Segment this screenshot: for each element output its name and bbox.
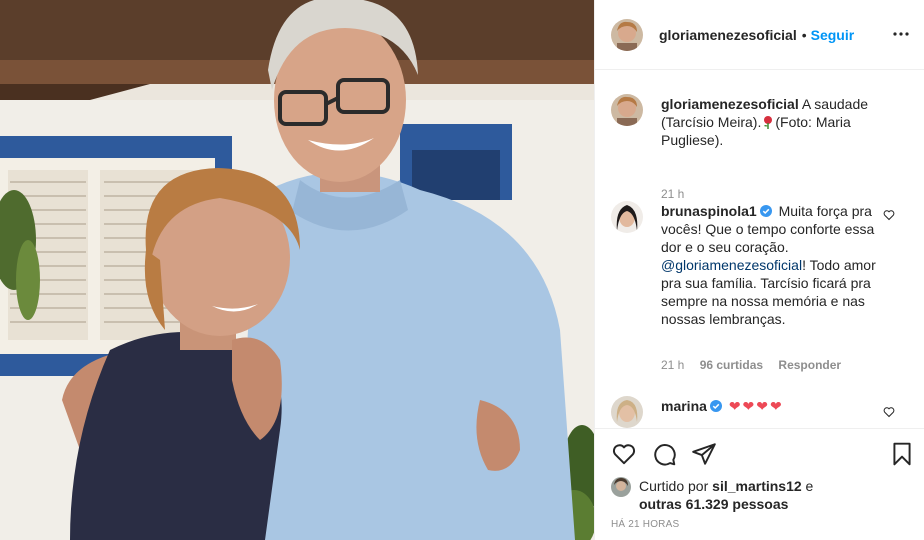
author-username[interactable]: gloriamenezesoficial	[659, 27, 797, 43]
liked-connector: e	[805, 478, 814, 494]
post-header: gloriamenezesoficial • Seguir	[595, 0, 924, 70]
mention-link[interactable]: @gloriamenezesoficial	[661, 257, 802, 273]
reply-button[interactable]: Responder	[778, 358, 841, 372]
comment-likes[interactable]: 96 curtidas	[700, 358, 763, 372]
author-avatar[interactable]	[611, 18, 643, 51]
liked-by-text: Curtido por sil_martins12 e outras 61.32…	[639, 477, 829, 513]
post-photo[interactable]	[0, 0, 594, 540]
comment-text: ! Todo	[802, 257, 840, 273]
commenter-avatar[interactable]	[611, 396, 643, 428]
caption-time[interactable]: 21 h	[661, 187, 684, 201]
header-separator: •	[801, 26, 807, 43]
rose-emoji-icon	[761, 114, 775, 130]
verified-badge-icon	[709, 398, 722, 412]
caption-text: (Foto: Maria	[775, 114, 851, 130]
comment-text: Muita força pra	[778, 203, 872, 219]
caption-text: A saudade	[801, 96, 869, 112]
caption-username[interactable]: gloriamenezesoficial	[661, 96, 799, 112]
comment-text: vocês! Que o tempo conforte essa	[661, 221, 875, 237]
post-timestamp[interactable]: HÁ 21 HORAS	[611, 519, 679, 530]
comments-list[interactable]: gloriamenezesoficial A saudade (Tarcísio…	[595, 70, 924, 428]
liker-avatar[interactable]	[611, 477, 631, 497]
verified-badge-icon	[759, 203, 772, 217]
caption-body: gloriamenezesoficial A saudade (Tarcísio…	[661, 95, 885, 149]
bookmark-icon[interactable]	[889, 441, 915, 467]
liker-username[interactable]: sil_martins12	[712, 478, 802, 494]
comment-meta: 21 h 96 curtidas Responder	[661, 358, 853, 372]
likes-count[interactable]: outras 61.329 pessoas	[639, 496, 788, 512]
comment-heart-icon[interactable]	[883, 405, 897, 419]
commenter-username[interactable]: brunaspinola1	[661, 203, 757, 219]
caption-text: (Tarcísio Meira).	[661, 114, 762, 130]
comment-bubble-icon[interactable]	[651, 441, 677, 467]
heart-outline-icon[interactable]	[611, 441, 637, 467]
follow-button[interactable]: Seguir	[811, 27, 855, 43]
more-horizontal-icon[interactable]	[889, 22, 913, 46]
commenter-username[interactable]: marina	[661, 398, 707, 414]
comment-heart-icon[interactable]	[883, 208, 897, 222]
comment-body: marina ❤❤❤❤	[661, 397, 885, 415]
comment-body: brunaspinola1 Muita força pra vocês! Que…	[661, 202, 885, 328]
liked-by: Curtido por sil_martins12 e outras 61.32…	[611, 477, 829, 512]
paper-plane-icon[interactable]	[691, 441, 717, 467]
comment-text: lembranças.	[709, 311, 786, 327]
caption-meta: 21 h	[661, 187, 696, 201]
couple-photo-illustration	[0, 0, 594, 540]
commenter-avatar[interactable]	[611, 201, 643, 233]
caption-avatar[interactable]	[611, 94, 643, 126]
comment-text: dor e o seu coração.	[661, 239, 789, 255]
caption-text: Pugliese).	[661, 132, 724, 148]
post-sidebar: gloriamenezesoficial • Seguir gloriamene…	[594, 0, 924, 540]
liked-prefix: Curtido por	[639, 478, 709, 494]
hearts-emoji: ❤❤❤❤	[728, 398, 784, 414]
comment-time[interactable]: 21 h	[661, 358, 684, 372]
